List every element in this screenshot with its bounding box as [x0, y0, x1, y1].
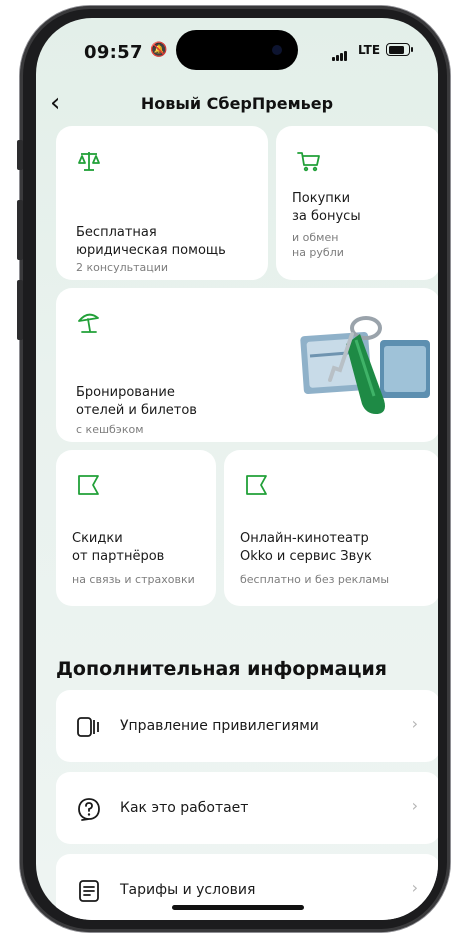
card-okko-zvuk[interactable]: Онлайн-кинотеатр Okko и сервис Звук бесп… — [224, 450, 438, 606]
signal-icon — [332, 42, 348, 61]
help-circle-icon — [78, 798, 100, 821]
card-subtitle: с кешбэком — [76, 423, 144, 436]
scales-icon — [78, 152, 100, 171]
cards-and-keys-illustration — [300, 316, 430, 414]
privileges-management-item[interactable]: Управление привилегиями › — [56, 690, 438, 762]
card-partner-discounts[interactable]: Скидки от партнёров на связь и страховки — [56, 450, 216, 606]
card-title-line: Онлайн-кинотеатр — [240, 531, 369, 546]
bell-muted-icon: 🔕 — [150, 42, 168, 58]
card-title-line: Скидки — [72, 531, 123, 546]
volume-down-button — [17, 280, 23, 340]
flag-icon — [246, 475, 267, 495]
card-title-line: от партнёров — [72, 549, 165, 564]
battery-icon — [386, 43, 413, 56]
card-title-line: Бронирование — [76, 385, 175, 400]
cards-stack-icon — [77, 717, 99, 737]
status-bar: 09:57 🔕 LTE — [36, 18, 438, 78]
volume-up-button — [17, 200, 23, 260]
mute-switch — [17, 140, 23, 170]
card-subtitle-line: и обмен — [292, 231, 339, 244]
nav-bar: ‹ Новый СберПремьер — [36, 88, 438, 124]
cart-icon — [297, 152, 320, 172]
chevron-right-icon: › — [411, 878, 418, 897]
document-icon — [79, 880, 99, 902]
chevron-right-icon: › — [411, 796, 418, 815]
tariffs-and-conditions-item[interactable]: Тарифы и условия › — [56, 854, 438, 920]
dynamic-island — [176, 30, 298, 70]
card-title-line: Okko и сервис Звук — [240, 549, 372, 564]
card-bonus-purchases[interactable]: Покупки за бонусы и обмен на рубли — [276, 126, 438, 280]
card-subtitle-line: на рубли — [292, 246, 344, 259]
card-subtitle: бесплатно и без рекламы — [240, 573, 390, 586]
card-subtitle: на связь и страховки — [72, 573, 195, 586]
card-legal-help[interactable]: Бесплатная юридическая помощь 2 консульт… — [56, 126, 268, 280]
status-time: 09:57 — [84, 42, 143, 63]
card-title-line: юридическая помощь — [76, 243, 226, 258]
card-subtitle: 2 консультации — [76, 261, 169, 274]
how-it-works-item[interactable]: Как это работает › — [56, 772, 438, 844]
flag-icon — [78, 475, 99, 495]
list-item-label: Управление привилегиями — [120, 718, 319, 734]
card-booking[interactable]: Бронирование отелей и билетов с кешбэком — [56, 288, 438, 442]
home-indicator[interactable] — [172, 905, 304, 910]
list-item-label: Как это работает — [120, 800, 249, 816]
network-label: LTE — [358, 43, 381, 57]
card-title-line: Бесплатная — [76, 225, 157, 240]
screen: 09:57 🔕 LTE ‹ Новый СберПремьер Бесплатн… — [36, 18, 438, 920]
list-item-label: Тарифы и условия — [120, 882, 256, 898]
page-title: Новый СберПремьер — [140, 94, 334, 113]
card-title-line: Покупки — [292, 191, 351, 206]
card-title-line: отелей и билетов — [76, 403, 197, 418]
beach-umbrella-icon — [78, 313, 99, 333]
card-title-line: за бонусы — [292, 209, 361, 224]
section-title: Дополнительная информация — [56, 658, 387, 680]
chevron-right-icon: › — [411, 714, 418, 733]
